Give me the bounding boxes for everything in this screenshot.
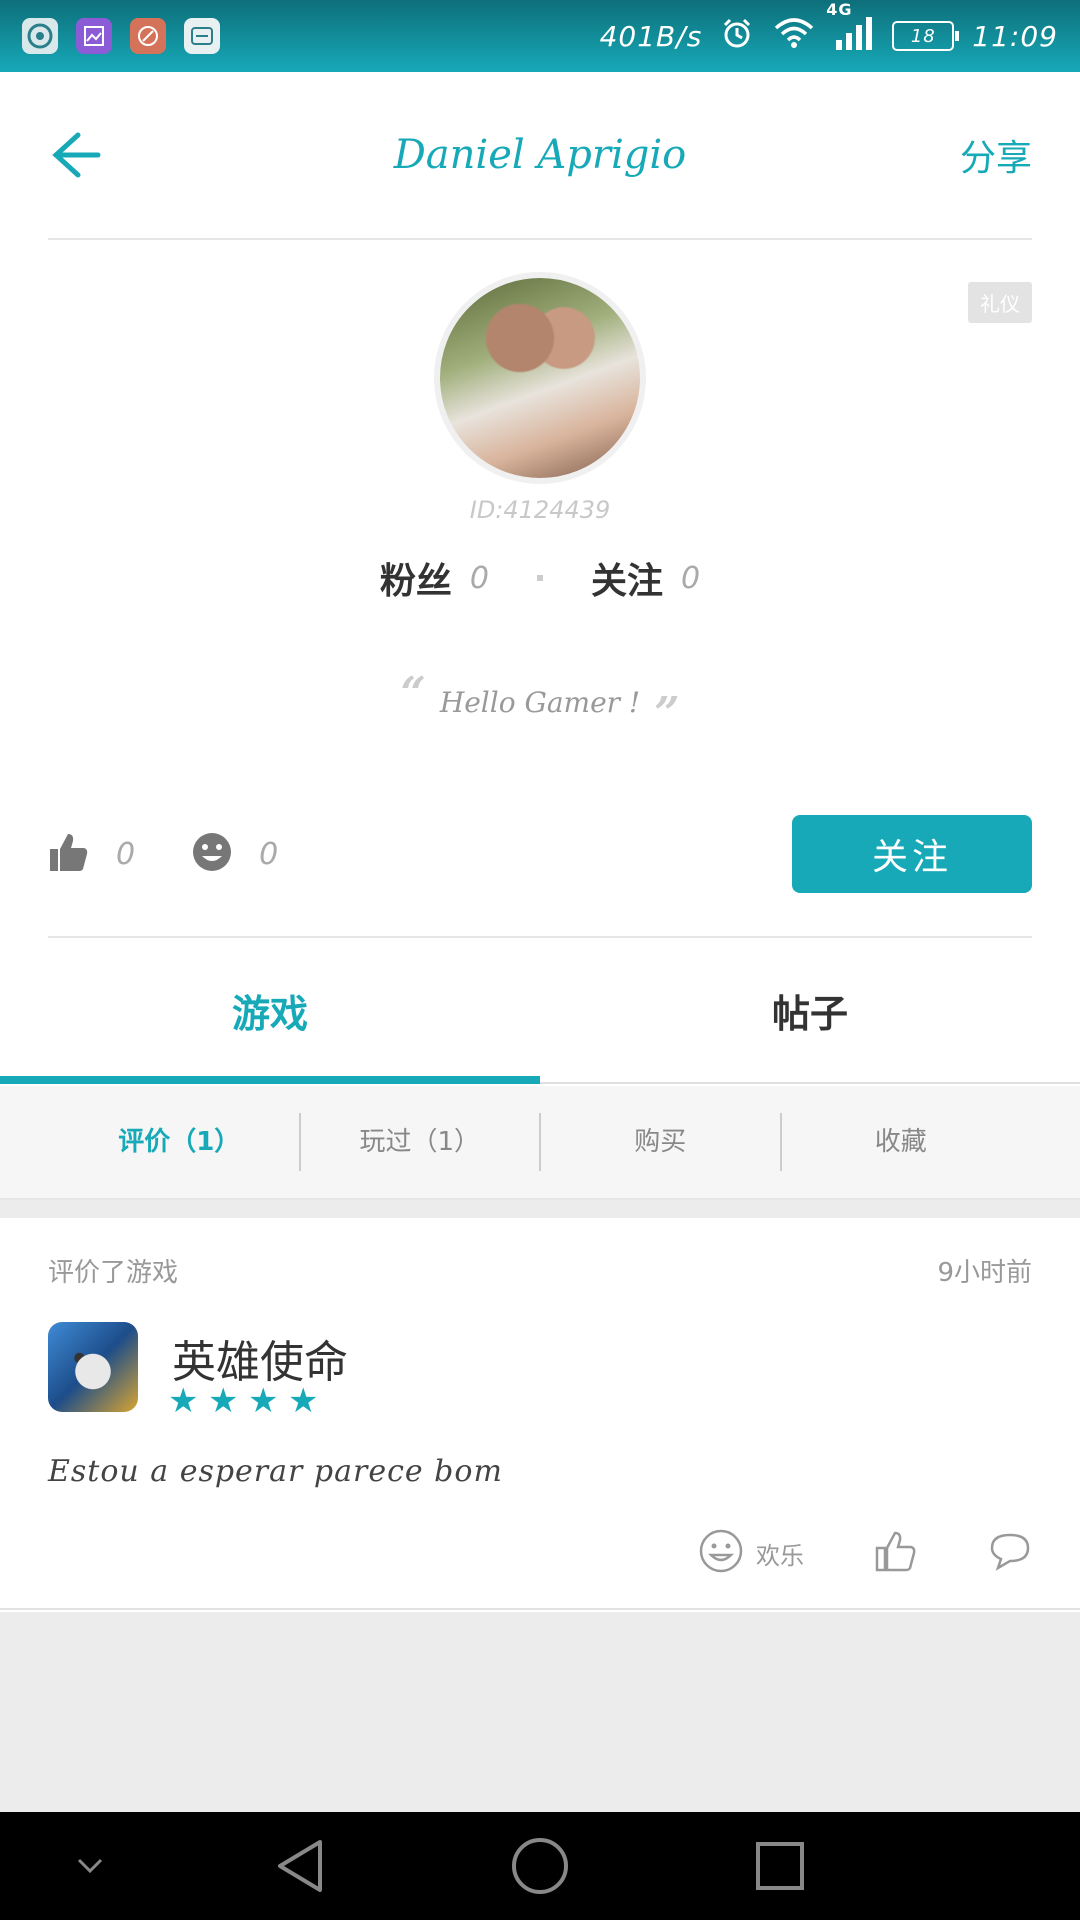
open-quote-icon: “ bbox=[400, 668, 426, 719]
rating-stars: ★ ★ ★ ★ bbox=[168, 1381, 319, 1421]
app-icon bbox=[184, 18, 220, 54]
likes-count: 0 bbox=[116, 836, 136, 872]
tab-games[interactable]: 游戏 bbox=[0, 938, 540, 1084]
comment-icon[interactable] bbox=[988, 1531, 1032, 1575]
etiquette-badge[interactable]: 礼仪 bbox=[968, 282, 1032, 323]
alarm-icon bbox=[720, 16, 754, 57]
smiley-outline-icon[interactable] bbox=[698, 1528, 744, 1578]
following-label[interactable]: 关注 bbox=[591, 552, 663, 604]
back-arrow-icon[interactable] bbox=[48, 125, 108, 185]
signal-icon: 4G bbox=[826, 0, 874, 57]
empty-area bbox=[0, 1612, 1080, 1812]
battery-icon: 18 bbox=[892, 21, 960, 51]
avatar[interactable] bbox=[434, 272, 646, 484]
recents-icon[interactable] bbox=[752, 1838, 808, 1894]
review-time: 9小时前 bbox=[937, 1258, 1032, 1288]
profile-actions: 0 0 关注 bbox=[48, 814, 1032, 894]
game-icon[interactable] bbox=[48, 1322, 138, 1412]
share-button[interactable]: 分享 bbox=[960, 129, 1032, 181]
fans-count[interactable]: 0 bbox=[470, 561, 489, 596]
star-icon: ★ bbox=[288, 1381, 319, 1421]
gallery-icon bbox=[76, 18, 112, 54]
subtab-purchased[interactable]: 购买 bbox=[541, 1113, 782, 1171]
review-action-text: 评价了游戏 bbox=[48, 1258, 179, 1288]
thumbs-up-icon[interactable] bbox=[48, 831, 90, 877]
fun-count: 0 bbox=[259, 836, 279, 872]
review-actions: 欢乐 bbox=[698, 1528, 1032, 1578]
net-speed: 401B/s bbox=[599, 19, 703, 53]
fun-reaction-button[interactable]: 欢乐 bbox=[698, 1528, 804, 1578]
stat-separator bbox=[537, 575, 543, 581]
tab-posts[interactable]: 帖子 bbox=[540, 938, 1080, 1082]
thumbs-up-outline-icon[interactable] bbox=[874, 1529, 918, 1577]
follow-stats: 粉丝 0 关注 0 bbox=[0, 552, 1080, 604]
home-icon[interactable] bbox=[508, 1834, 572, 1898]
fans-label[interactable]: 粉丝 bbox=[380, 552, 452, 604]
follow-button[interactable]: 关注 bbox=[792, 815, 1032, 893]
fun-group[interactable]: 0 bbox=[191, 831, 278, 877]
section-gap bbox=[0, 1200, 1080, 1218]
main-tabs: 游戏 帖子 bbox=[0, 938, 1080, 1084]
motto: “ Hello Gamer ! ” bbox=[0, 668, 1080, 739]
motto-text: Hello Gamer ! bbox=[439, 686, 641, 719]
clock: 11:09 bbox=[972, 19, 1058, 53]
network-type: 4G bbox=[826, 0, 853, 19]
notification-icons bbox=[22, 18, 220, 54]
page-title: Daniel Aprigio bbox=[393, 132, 687, 178]
subtab-played[interactable]: 玩过（1） bbox=[301, 1113, 541, 1171]
subtab-reviews[interactable]: 评价（1） bbox=[60, 1113, 301, 1171]
review-text: Estou a esperar parece bom bbox=[48, 1454, 503, 1489]
smiley-icon[interactable] bbox=[191, 831, 233, 877]
star-icon: ★ bbox=[248, 1381, 279, 1421]
status-right: 401B/s 4G 18 11:09 bbox=[599, 0, 1058, 57]
following-count[interactable]: 0 bbox=[681, 561, 700, 596]
header: Daniel Aprigio 分享 bbox=[48, 72, 1032, 240]
app-icon bbox=[22, 18, 58, 54]
fun-label: 欢乐 bbox=[756, 1541, 804, 1570]
star-icon: ★ bbox=[208, 1381, 239, 1421]
review-card[interactable]: 评价了游戏 9小时前 英雄使命 ★ ★ ★ ★ Estou a esperar … bbox=[0, 1218, 1080, 1610]
back-icon[interactable] bbox=[270, 1836, 330, 1896]
subtab-favorites[interactable]: 收藏 bbox=[782, 1113, 1021, 1171]
hide-nav-icon[interactable] bbox=[70, 1846, 110, 1886]
likes-group[interactable]: 0 bbox=[48, 831, 135, 877]
close-quote-icon: ” bbox=[654, 688, 680, 739]
wifi-icon bbox=[772, 16, 816, 57]
battery-level: 18 bbox=[910, 25, 936, 47]
status-bar: 401B/s 4G 18 11:09 bbox=[0, 0, 1080, 72]
star-icon: ★ bbox=[168, 1381, 199, 1421]
sub-tabs: 评价（1） 玩过（1） 购买 收藏 bbox=[0, 1086, 1080, 1200]
user-id: ID:4124439 bbox=[469, 496, 611, 524]
tool-icon bbox=[130, 18, 166, 54]
system-nav-bar bbox=[0, 1812, 1080, 1920]
